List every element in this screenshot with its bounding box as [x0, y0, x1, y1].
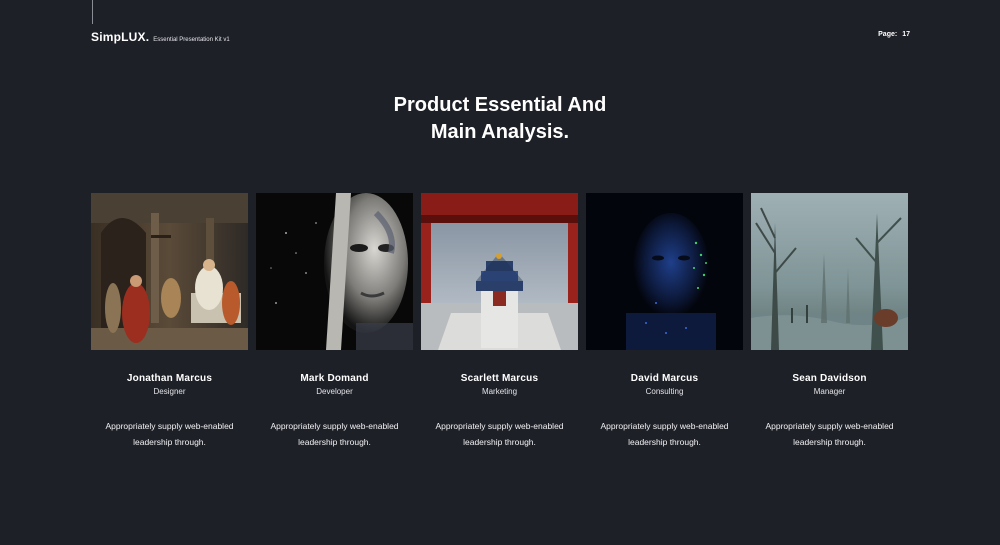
brand-name: SimpLUX.: [91, 30, 150, 44]
member-description: Appropriately supply web-enabled leaders…: [765, 421, 894, 447]
member-name: Sean Davidson: [792, 373, 867, 384]
page-indicator: Page: 17: [878, 31, 910, 38]
team-photo-painting: [91, 193, 248, 350]
page-title-line-2: Main Analysis.: [430, 121, 570, 143]
member-name: Mark Domand: [300, 373, 369, 384]
member-role: Marketing: [481, 387, 518, 396]
team-card: Scarlett Marcus Marketing Appropriately …: [421, 193, 578, 450]
member-description: Appropriately supply web-enabled leaders…: [270, 421, 399, 447]
team-card: Jonathan Marcus Designer Appropriately s…: [91, 193, 248, 450]
page-number: 17: [902, 31, 910, 38]
page-label: Page:: [878, 31, 898, 38]
team-photo-face: [256, 193, 413, 350]
brand: SimpLUX. Essential Presentation Kit v1: [91, 30, 230, 44]
member-role: Developer: [316, 387, 353, 396]
member-name: David Marcus: [630, 373, 699, 384]
team-cards: Jonathan Marcus Designer Appropriately s…: [91, 193, 908, 450]
member-description: Appropriately supply web-enabled leaders…: [600, 421, 729, 447]
team-card: David Marcus Consulting Appropriately su…: [586, 193, 743, 450]
page-title-line-1: Product Essential And: [393, 94, 607, 116]
team-photo-glow-face: [586, 193, 743, 350]
member-name: Jonathan Marcus: [126, 373, 213, 384]
member-description: Appropriately supply web-enabled leaders…: [435, 421, 564, 447]
team-photo-forest: [751, 193, 908, 350]
brand-subtitle: Essential Presentation Kit v1: [153, 37, 230, 43]
member-role: Manager: [813, 387, 846, 396]
team-photo-temple: [421, 193, 578, 350]
team-card: Mark Domand Developer Appropriately supp…: [256, 193, 413, 450]
page-title: Product Essential And Main Analysis.: [0, 92, 1000, 146]
header-divider-line: [92, 0, 93, 24]
member-role: Consulting: [645, 387, 684, 396]
member-description: Appropriately supply web-enabled leaders…: [105, 421, 234, 447]
team-card: Sean Davidson Manager Appropriately supp…: [751, 193, 908, 450]
member-role: Designer: [153, 387, 186, 396]
member-name: Scarlett Marcus: [460, 373, 539, 384]
